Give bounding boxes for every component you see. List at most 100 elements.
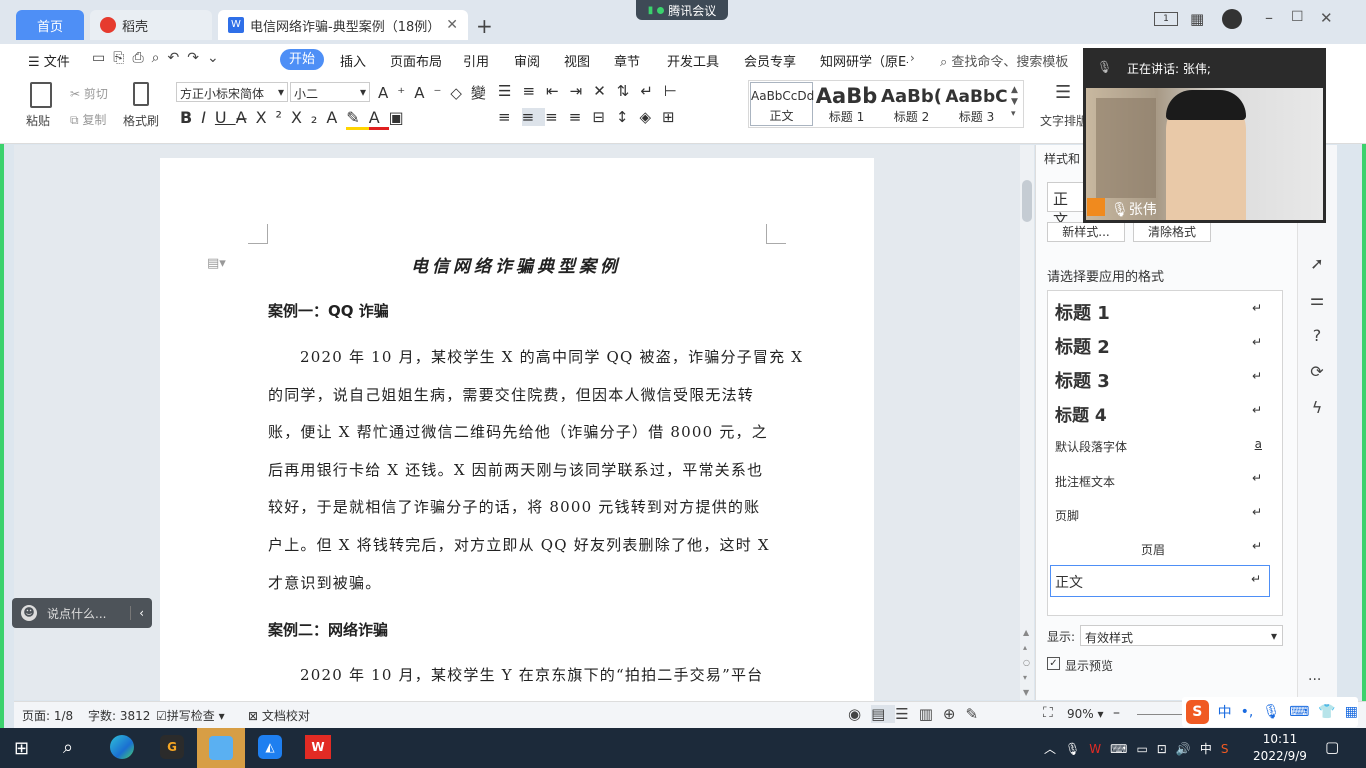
font-color-icon[interactable]: A (368, 108, 389, 130)
page-nav-icons[interactable]: ▲ ▴ ○ ▾ ▼ (1023, 625, 1030, 700)
format-painter-icon[interactable] (133, 82, 149, 106)
keyboard-icon[interactable]: ⌨ (1289, 704, 1309, 720)
show-marks-icon[interactable]: ↵ (640, 82, 664, 100)
tab-start[interactable]: 开始 (280, 49, 324, 70)
font-size-select[interactable]: 小二 ▾ (290, 82, 370, 102)
font-name-select[interactable]: 方正小标宋简体 ▾ (176, 82, 288, 102)
clock[interactable]: 10:11 2022/9/9 (1250, 731, 1310, 765)
style-normal[interactable]: AaBbCcDd 正文 (750, 82, 814, 126)
tab-close-icon[interactable]: ✕ (446, 17, 458, 33)
clear-format-button[interactable]: 清除格式 (1133, 222, 1211, 242)
adjust-icon[interactable]: ⚌ (1309, 282, 1325, 318)
page-indicator[interactable]: 页面: 1/8 (22, 707, 73, 724)
proofread-button[interactable]: ⊠ 文档校对 (248, 707, 310, 724)
web-view-icon[interactable]: ⊕ (943, 705, 966, 723)
style-item-normal[interactable]: 正文 ↵ (1050, 565, 1270, 597)
eye-icon[interactable]: ◉ (848, 705, 871, 723)
app-g-icon[interactable]: G (160, 735, 184, 759)
bullet-list-icon[interactable]: ☰ (498, 82, 522, 100)
strikethrough-icon[interactable]: A̶ (236, 108, 256, 127)
vertical-scrollbar[interactable]: ▲ ▴ ○ ▾ ▼ (1020, 145, 1034, 700)
more-chevron-icon[interactable]: ⌄ (207, 50, 227, 66)
video-window[interactable]: 🎙 正在讲话: 张伟; 🎙张伟 (1083, 48, 1326, 223)
style-gallery-scroll[interactable]: ▲ ▼ ▾ (1011, 84, 1018, 120)
char-border-icon[interactable]: ▣ (389, 108, 413, 127)
paragraph-tools-row2[interactable]: ≡≡≡≡⊟↕◈⊞ (498, 108, 686, 126)
notification-icon[interactable]: ▢ (1325, 738, 1339, 756)
grow-font-icon[interactable]: A⁺ (378, 84, 414, 102)
increase-indent-icon[interactable]: ⇥ (570, 82, 594, 100)
style-item-header[interactable]: 页眉 (1141, 541, 1165, 558)
tray-chevron-icon[interactable]: ︿ (1044, 742, 1065, 756)
justify-icon[interactable]: ≡ (569, 108, 593, 126)
tab-view[interactable]: 视图 (564, 51, 590, 70)
tencent-meeting-indicator[interactable]: ▮ 腾讯会议 (636, 0, 728, 20)
voice-input-icon[interactable]: 🎙 (1262, 704, 1280, 720)
underline-icon[interactable]: U (215, 108, 236, 127)
text-layout-button[interactable]: 文字排版 (1040, 112, 1088, 129)
edge-browser-icon[interactable] (110, 735, 134, 759)
outline-view-icon[interactable]: ☰ (895, 705, 918, 723)
tray-ime-icon[interactable]: ⌨ (1110, 742, 1136, 756)
user-avatar[interactable] (1222, 9, 1242, 29)
numbered-list-icon[interactable]: ≡ (522, 82, 546, 100)
tab-document[interactable]: W 电信网络诈骗-典型案例（18例） ✕ (218, 10, 468, 40)
skin-icon[interactable]: 👕 (1318, 704, 1335, 720)
tab-stops-icon[interactable]: ⊢ (664, 82, 688, 100)
text-effect-icon[interactable]: A (326, 108, 346, 127)
tab-review[interactable]: 审阅 (514, 51, 540, 70)
paste-button[interactable]: 粘贴 (26, 112, 50, 129)
align-center-icon[interactable]: ≡ (521, 108, 546, 126)
tray-volume-icon[interactable]: 🔊 (1176, 742, 1200, 756)
style-item-footer[interactable]: 页脚 (1055, 507, 1079, 524)
fit-page-icon[interactable]: ⛶ (1043, 705, 1053, 721)
help-icon[interactable]: ? (1309, 318, 1325, 354)
meeting-chat-box[interactable]: ☻ 说点什么... ‹ (12, 598, 152, 628)
style-heading1[interactable]: AaBb 标题 1 (815, 82, 878, 126)
tab-dev-tools[interactable]: 开发工具 (667, 51, 719, 70)
more-tabs-chevron-icon[interactable]: › (910, 51, 915, 65)
shading-icon[interactable]: ◈ (639, 108, 662, 126)
close-window-icon[interactable]: ✕ (1320, 9, 1333, 27)
distribute-icon[interactable]: ⊟ (592, 108, 616, 126)
highlight-icon[interactable]: ✎ (346, 108, 369, 130)
zoom-level[interactable]: 90% ▾ (1067, 707, 1104, 721)
bold-icon[interactable]: B (180, 108, 201, 127)
subscript-icon[interactable]: X₂ (291, 108, 326, 127)
style-heading3[interactable]: AaBbC 标题 3 (945, 82, 1008, 126)
font-style-tools[interactable]: BIUA̶X²X₂A✎A▣ (180, 108, 413, 130)
tab-member[interactable]: 会员专享 (744, 51, 796, 70)
ime-toolbar[interactable]: S 中 •, 🎙 ⌨ 👕 ▦ (1182, 697, 1358, 727)
text-layout-icon[interactable]: ☰ (1055, 82, 1071, 103)
tab-daoke[interactable]: 稻壳 (90, 10, 212, 40)
paragraph-tools-row1[interactable]: ☰≡⇤⇥✕⇅↵⊢ (498, 82, 688, 100)
reading-view-icon[interactable]: ▥ (919, 705, 943, 723)
collapse-chat-icon[interactable]: ‹ (130, 606, 144, 620)
zoom-out-icon[interactable]: – (1113, 705, 1120, 721)
select-pointer-icon[interactable]: ➚ (1309, 246, 1325, 282)
style-item-heading2[interactable]: 标题 2 (1055, 333, 1110, 359)
file-menu[interactable]: ☰ 文件 (28, 51, 70, 70)
tab-page-layout[interactable]: 页面布局 (390, 51, 442, 70)
chinese-layout-icon[interactable]: ✕ (593, 82, 617, 100)
clear-format-icon[interactable]: ◇ (450, 84, 471, 102)
write-icon[interactable]: ✎ (966, 705, 989, 723)
tab-insert[interactable]: 插入 (340, 51, 366, 70)
cut-button[interactable]: ✂ 剪切 (70, 85, 108, 102)
tray-mic-icon[interactable]: 🎙 (1065, 742, 1089, 756)
print-preview-icon[interactable]: ⌕ (152, 50, 168, 66)
word-count[interactable]: 字数: 3812 (88, 707, 150, 724)
style-item-comment-text[interactable]: 批注框文本 (1055, 473, 1115, 490)
tab-cnki[interactable]: 知网研学（原E-S (820, 51, 908, 70)
tray-wps-icon[interactable]: W (1089, 742, 1110, 756)
style-heading2[interactable]: AaBb( 标题 2 (880, 82, 943, 126)
current-style-box[interactable]: 正文 (1047, 182, 1087, 229)
style-item-heading1[interactable]: 标题 1 (1055, 299, 1110, 325)
borders-icon[interactable]: ⊞ (662, 108, 686, 126)
command-search[interactable]: ⌕ 查找命令、搜索模板 (940, 51, 1068, 70)
active-app-highlight[interactable] (197, 728, 245, 768)
windows-start-icon[interactable]: ⊞ (14, 738, 29, 759)
style-item-default-font[interactable]: 默认段落字体 (1055, 438, 1127, 455)
align-left-icon[interactable]: ≡ (498, 108, 522, 126)
tab-home[interactable]: 首页 (16, 10, 84, 40)
